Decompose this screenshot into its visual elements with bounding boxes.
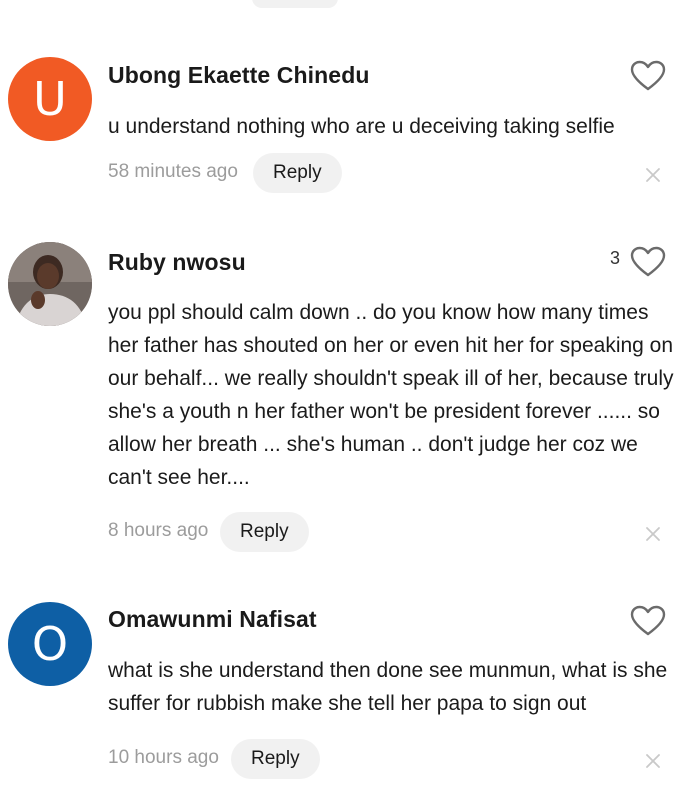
comment-text: you ppl should calm down .. do you know … xyxy=(108,301,674,489)
reply-button[interactable]: Reply xyxy=(253,153,342,193)
comment-timestamp: 10 hours ago xyxy=(108,747,219,768)
avatar[interactable]: U xyxy=(8,57,92,141)
comment-author[interactable]: Ruby nwosu xyxy=(108,249,246,276)
avatar[interactable]: O xyxy=(8,602,92,686)
close-icon[interactable] xyxy=(645,753,661,769)
heart-outline-icon[interactable] xyxy=(630,60,666,92)
reply-button[interactable]: Reply xyxy=(231,739,320,779)
comment-author[interactable]: Ubong Ekaette Chinedu xyxy=(108,62,370,89)
heart-outline-icon[interactable] xyxy=(630,246,666,278)
avatar-initial: U xyxy=(33,72,67,126)
comment-author[interactable]: Omawunmi Nafisat xyxy=(108,606,317,633)
reply-button[interactable]: Reply xyxy=(220,512,309,552)
comment-timestamp: 8 hours ago xyxy=(108,520,209,541)
comment-timestamp: 58 minutes ago xyxy=(108,161,238,182)
previous-reply-button[interactable] xyxy=(252,0,338,8)
avatar[interactable] xyxy=(8,242,92,326)
comments-screen: U Ubong Ekaette Chinedu u understand not… xyxy=(0,0,684,807)
comment-text: what is she understand then done see mun… xyxy=(108,659,668,715)
close-icon[interactable] xyxy=(645,526,661,542)
profile-photo xyxy=(8,242,92,326)
like-count: 3 xyxy=(610,248,621,268)
close-icon[interactable] xyxy=(645,167,661,183)
avatar-initial: O xyxy=(31,617,69,671)
heart-outline-icon[interactable] xyxy=(630,605,666,637)
comment-text: u understand nothing who are u deceiving… xyxy=(108,115,615,138)
